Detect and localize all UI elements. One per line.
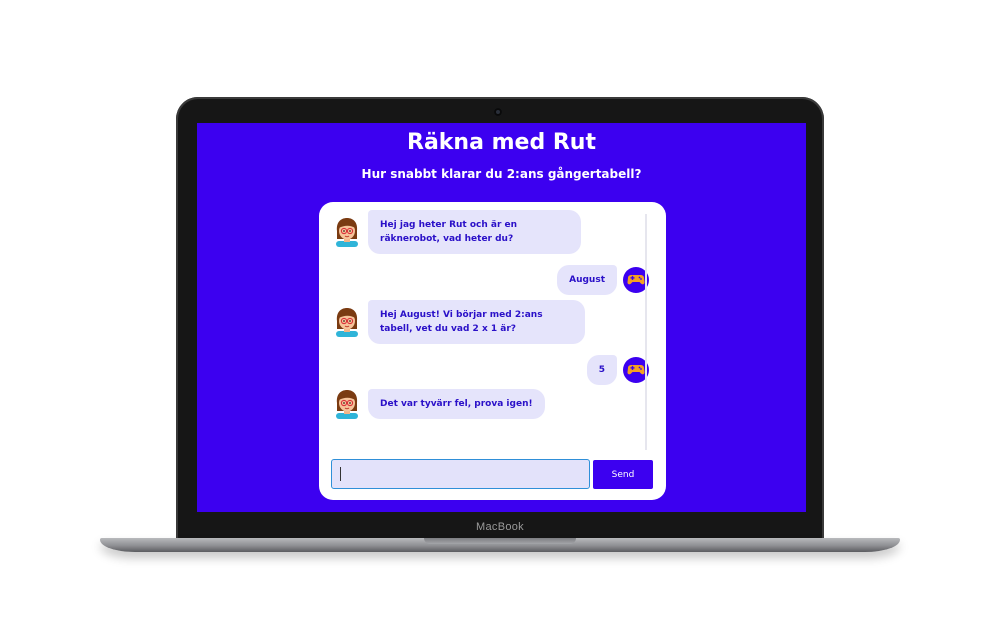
robot-girl-avatar-icon	[334, 307, 360, 337]
chat-window: Hej jag heter Rut och är en räknerobot, …	[319, 202, 666, 500]
composer: Send	[331, 459, 653, 491]
send-button[interactable]: Send	[593, 460, 653, 489]
app-screen: Räkna med Rut Hur snabbt klarar du 2:ans…	[197, 123, 806, 512]
message-list[interactable]: Hej jag heter Rut och är en räknerobot, …	[329, 206, 649, 444]
message-bubble: Det var tyvärr fel, prova igen!	[368, 389, 545, 419]
bot-message: Hej jag heter Rut och är en räknerobot, …	[334, 210, 581, 254]
user-message: 5	[586, 355, 649, 385]
robot-girl-avatar-icon	[334, 389, 360, 419]
bot-message: Det var tyvärr fel, prova igen!	[334, 389, 545, 419]
message-bubble: August	[557, 265, 617, 295]
text-cursor	[340, 467, 341, 481]
message-input[interactable]	[331, 459, 590, 489]
message-bubble: Hej August! Vi börjar med 2:ans tabell, …	[368, 300, 585, 344]
bot-message: Hej August! Vi börjar med 2:ans tabell, …	[334, 300, 585, 344]
user-message: August	[557, 265, 649, 295]
page-title: Räkna med Rut	[407, 130, 596, 155]
page-subtitle: Hur snabbt klarar du 2:ans gångertabell?	[361, 167, 642, 181]
laptop-frame: Räkna med Rut Hur snabbt klarar du 2:ans…	[176, 97, 824, 543]
camera-icon	[494, 108, 502, 116]
message-bubble: 5	[586, 355, 617, 385]
robot-girl-avatar-icon	[334, 217, 360, 247]
laptop-notch	[424, 538, 576, 544]
message-bubble: Hej jag heter Rut och är en räknerobot, …	[368, 210, 581, 254]
scrollbar[interactable]	[645, 214, 647, 450]
device-brand-label: MacBook	[476, 521, 524, 533]
